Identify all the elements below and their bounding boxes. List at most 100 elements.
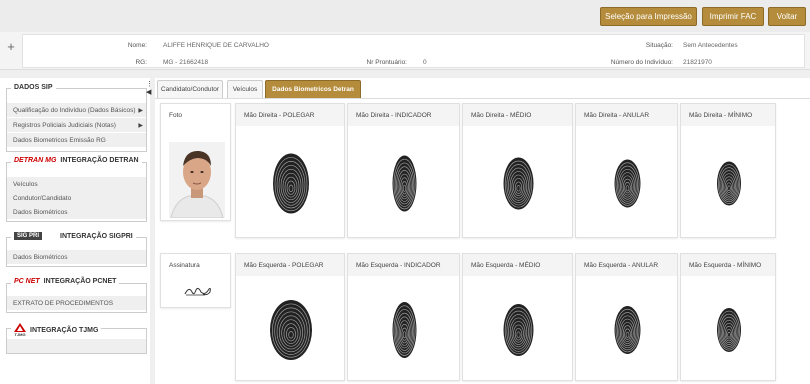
fingerprint-label: Mão Direita - INDICADOR <box>348 104 459 126</box>
fingerprint-image <box>503 157 534 210</box>
signature-image <box>184 287 211 296</box>
sigpri-title: INTEGRAÇÃO SIGPRI <box>60 232 133 240</box>
tjmg-section: TJMG INTEGRAÇÃO TJMG <box>6 323 147 354</box>
sidebar-item-label: Veículos <box>13 180 38 188</box>
fingerprint-cell-left-little: Mão Esquerda - MÍNIMO <box>680 253 776 381</box>
fingerprint-ridges <box>503 304 534 356</box>
sidebar-item-label: Registros Policiais Judiciais (Notas) <box>13 121 116 129</box>
rg-label: RG: <box>135 59 147 66</box>
fingerprint-image <box>273 153 309 214</box>
individuo-value: 21821970 <box>683 59 712 66</box>
situacao-label: Situação: <box>645 42 673 49</box>
person-info-bar: + Nome: ALIFFE HENRIQUE DE CARVALHO RG: … <box>0 32 810 70</box>
photo-label: Foto <box>161 104 230 126</box>
fingerprint-cell-left-thumb: Mão Esquerda - POLEGAR <box>235 253 345 381</box>
fingerprint-cell-right-middle: Mão Direita - MÉDIO <box>462 103 573 238</box>
dados-sip-section: DADOS SIP Qualificação do Indivíduo (Dad… <box>6 84 147 152</box>
fingerprint-base <box>270 300 312 360</box>
sidebar-item-label: Qualificação do Indivíduo (Dados Básicos… <box>13 106 136 114</box>
sidebar-item-veiculos[interactable]: Veículos <box>7 177 146 191</box>
print-fac-button[interactable]: Imprimir FAC <box>702 7 764 26</box>
sidebar-item-label: EXTRATO DE PROCEDIMENTOS <box>13 299 114 307</box>
fingerprint-image <box>503 304 534 356</box>
sidebar-item-registros[interactable]: Registros Policiais Judiciais (Notas) ▶ <box>7 118 146 132</box>
detran-section: DETRAN MG INTEGRAÇÃO DETRAN Veículos Con… <box>6 157 147 222</box>
sidebar-item-label: Dados Biometricos Emissão RG <box>13 136 106 144</box>
fingerprint-base <box>614 306 641 354</box>
pcnet-logo: PC NET <box>14 278 40 285</box>
name-label: Nome: <box>127 42 147 49</box>
tab-dados-biometricos-detran[interactable]: Dados Biometricos Detran <box>265 80 361 98</box>
fingerprint-image <box>614 306 641 354</box>
fingerprint-base <box>273 153 309 214</box>
fingerprint-label: Mão Esquerda - ANULAR <box>576 254 677 276</box>
fingerprint-cell-right-ring: Mão Direita - ANULAR <box>575 103 678 238</box>
sidebar: DADOS SIP Qualificação do Indivíduo (Dad… <box>0 78 150 384</box>
sidebar-collapse-handle[interactable]: ⋮ ◀ <box>146 80 153 110</box>
sidebar-item-condutor[interactable]: Condutor/Candidato <box>7 191 146 205</box>
detran-title-group: DETRAN MG INTEGRAÇÃO DETRAN <box>11 157 142 164</box>
chevron-right-icon: ▶ <box>138 122 143 129</box>
fingerprint-ridges <box>270 300 312 360</box>
individuo-label: Número do Indivíduo: <box>610 59 673 66</box>
sigpri-logo: SIG PRI <box>14 232 43 240</box>
fingerprint-base <box>717 308 741 352</box>
fingerprint-label: Mão Esquerda - POLEGAR <box>236 254 344 276</box>
sidebar-item-qualificacao[interactable]: Qualificação do Indivíduo (Dados Básicos… <box>7 103 146 117</box>
fingerprint-image <box>717 161 741 206</box>
fingerprint-image <box>392 155 417 212</box>
fingerprint-image <box>392 302 417 358</box>
sidebar-item-tjmg-empty[interactable] <box>7 339 146 353</box>
fingerprint-label: Mão Direita - MÍNIMO <box>681 104 775 126</box>
signature-cell: Assinatura <box>160 253 231 308</box>
fingerprint-cell-left-ring: Mão Esquerda - ANULAR <box>575 253 678 381</box>
fingerprint-base <box>717 161 741 206</box>
triangle-icon <box>14 323 26 332</box>
fingerprint-label: Mão Esquerda - INDICADOR <box>348 254 459 276</box>
tab-divider <box>155 98 810 99</box>
fingerprint-ridges <box>392 302 417 358</box>
photo-cell: Foto <box>160 103 231 221</box>
pcnet-title: INTEGRAÇÃO PCNET <box>43 278 117 285</box>
tab-candidato-condutor[interactable]: Candidato/Condutor <box>157 80 223 98</box>
prontuario-label: Nr Prontuário: <box>366 59 407 66</box>
detran-title: INTEGRAÇÃO DETRAN <box>60 157 139 164</box>
fingerprint-ridges <box>392 155 417 212</box>
fingerprint-ridges <box>503 157 534 210</box>
signature-label: Assinatura <box>161 254 230 276</box>
fingerprint-ridges <box>273 153 309 214</box>
fingerprint-label: Mão Direita - ANULAR <box>576 104 677 126</box>
fingerprint-cell-right-little: Mão Direita - MÍNIMO <box>680 103 776 238</box>
person-photo <box>169 142 225 218</box>
detran-logo: DETRAN MG <box>14 157 57 164</box>
sidebar-item-dados-biometricos-detran[interactable]: Dados Biométricos <box>7 205 146 219</box>
fingerprint-ridges <box>717 308 741 352</box>
sigpri-title-group: SIG PRI INTEGRAÇÃO SIGPRI <box>11 232 136 240</box>
fingerprint-ridges <box>717 161 741 206</box>
fingerprint-label: Mão Direita - MÉDIO <box>463 104 572 126</box>
chevron-right-icon: ▶ <box>138 107 143 114</box>
fingerprint-base <box>614 159 641 208</box>
back-button[interactable]: Voltar <box>768 7 806 26</box>
sidebar-item-sigpri-biometricos[interactable]: Dados Biométricos <box>7 250 146 264</box>
tab-veiculos[interactable]: Veículos <box>227 80 263 98</box>
plus-icon[interactable]: + <box>4 40 18 54</box>
fingerprint-image <box>270 300 312 360</box>
fingerprint-label: Mão Esquerda - MÉDIO <box>463 254 572 276</box>
tjmg-title-group: TJMG INTEGRAÇÃO TJMG <box>11 323 102 337</box>
pcnet-section: PC NET INTEGRAÇÃO PCNET EXTRATO DE PROCE… <box>6 278 147 313</box>
sidebar-item-biometricos-rg[interactable]: Dados Biometricos Emissão RG <box>7 133 146 147</box>
situacao-value: Sem Antecedentes <box>683 42 738 49</box>
fingerprint-ridges <box>614 306 641 354</box>
fingerprint-image <box>717 308 741 352</box>
fingerprint-base <box>503 157 534 210</box>
fingerprint-base <box>392 155 417 212</box>
fingerprint-cell-right-index: Mão Direita - INDICADOR <box>347 103 460 238</box>
print-selection-button[interactable]: Seleção para Impressão <box>600 7 697 26</box>
sidebar-item-label: Dados Biométricos <box>13 208 68 216</box>
tjmg-logo-text: TJMG <box>14 332 26 337</box>
top-toolbar: Seleção para Impressão Imprimir FAC Volt… <box>0 0 810 32</box>
sidebar-item-extrato[interactable]: EXTRATO DE PROCEDIMENTOS <box>7 296 146 310</box>
dados-sip-title: DADOS SIP <box>11 84 56 91</box>
fingerprint-cell-left-index: Mão Esquerda - INDICADOR <box>347 253 460 381</box>
